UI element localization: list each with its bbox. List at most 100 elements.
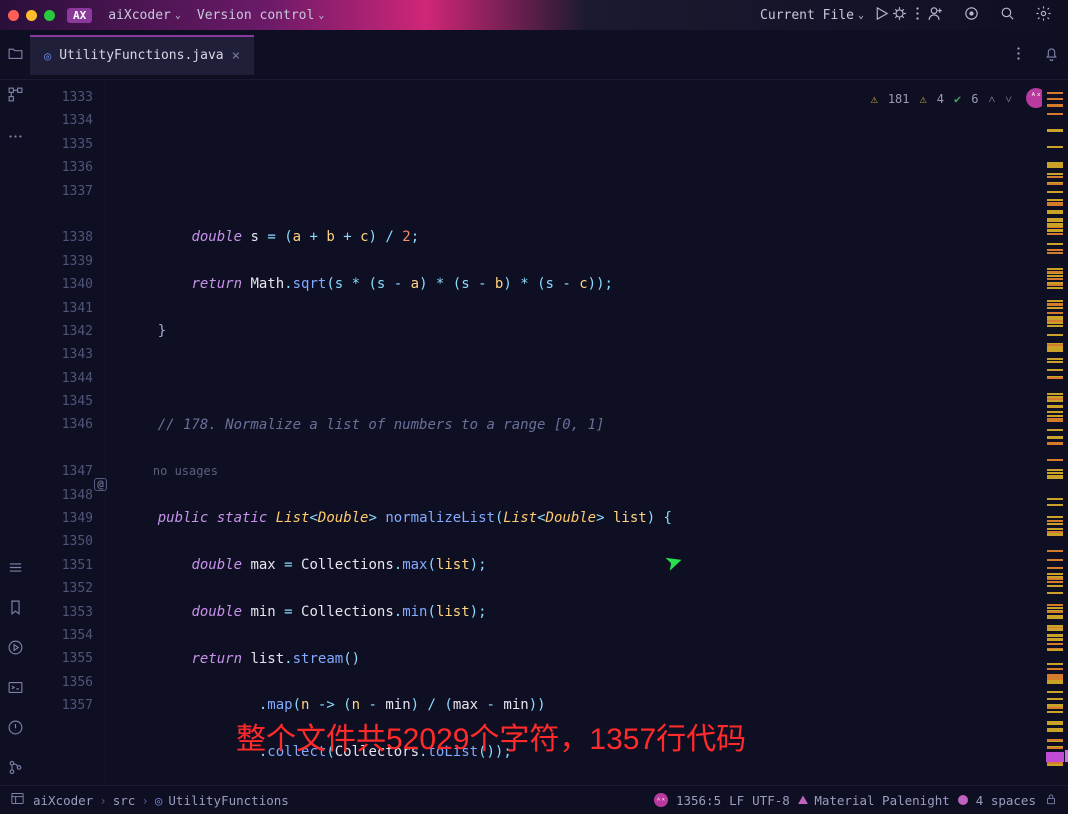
stripe-mark[interactable]	[1047, 210, 1063, 212]
stripe-mark[interactable]	[1047, 691, 1063, 693]
stripe-mark[interactable]	[1047, 411, 1063, 413]
stripe-mark[interactable]	[1047, 225, 1063, 227]
project-tool-icon[interactable]	[7, 45, 24, 66]
stripe-mark[interactable]	[1047, 550, 1063, 552]
stripe-mark[interactable]	[1047, 164, 1063, 166]
stripe-mark[interactable]	[1047, 639, 1063, 641]
stripe-mark[interactable]	[1047, 406, 1063, 408]
editor-tab[interactable]: ◎ UtilityFunctions.java ×	[30, 35, 254, 75]
stripe-mark[interactable]	[1047, 698, 1063, 700]
stripe-mark[interactable]	[1047, 504, 1063, 506]
stripe-mark[interactable]	[1047, 113, 1063, 115]
stripe-mark[interactable]	[1047, 98, 1063, 100]
close-tab-icon[interactable]: ×	[232, 48, 240, 64]
stripe-mark[interactable]	[1047, 377, 1063, 379]
stripe-mark[interactable]	[1047, 668, 1063, 670]
debug-icon[interactable]	[890, 5, 908, 26]
stripe-mark[interactable]	[1047, 322, 1063, 324]
stripe-mark[interactable]	[1047, 592, 1063, 594]
stripe-mark[interactable]	[1047, 611, 1063, 613]
stripe-mark[interactable]	[1047, 202, 1063, 204]
stripe-mark[interactable]	[1047, 415, 1063, 417]
stripe-mark[interactable]	[1047, 573, 1063, 575]
run-config-selector[interactable]: Current File ⌄	[752, 4, 872, 27]
stripe-mark[interactable]	[1047, 607, 1063, 609]
stripe-mark[interactable]	[1047, 711, 1063, 713]
line-separator[interactable]: LF	[729, 793, 744, 808]
stripe-mark[interactable]	[1047, 199, 1063, 201]
stripe-mark[interactable]	[1047, 344, 1063, 346]
stripe-mark[interactable]	[1047, 477, 1063, 479]
project-selector[interactable]: aiXcoder ⌄	[100, 4, 189, 27]
stripe-mark[interactable]	[1047, 361, 1063, 363]
stripe-mark[interactable]	[1047, 520, 1063, 522]
stripe-mark[interactable]	[1047, 287, 1063, 289]
stripe-mark[interactable]	[1047, 282, 1063, 284]
error-stripe[interactable]: // markers will be created after data lo…	[1042, 80, 1068, 785]
ai-assistant-icon[interactable]: ᴬˣ	[1026, 88, 1042, 108]
stripe-mark[interactable]	[1047, 176, 1063, 178]
stripe-mark[interactable]	[1047, 516, 1063, 518]
stripe-mark[interactable]	[1047, 300, 1063, 302]
stripe-mark[interactable]	[1047, 233, 1063, 235]
stripe-mark[interactable]	[1047, 762, 1063, 764]
theme-indicator[interactable]: ⛰ Material Palenight	[798, 792, 950, 808]
stripe-mark[interactable]	[1047, 318, 1063, 320]
minimize-window-icon[interactable]	[26, 10, 37, 21]
stripe-mark[interactable]	[1047, 707, 1063, 709]
vcs-selector[interactable]: Version control ⌄	[189, 4, 332, 27]
stripe-mark[interactable]	[1047, 533, 1063, 535]
stripe-mark[interactable]	[1047, 723, 1063, 725]
problems-icon[interactable]	[5, 717, 25, 737]
stripe-mark[interactable]	[1047, 271, 1063, 273]
tool-window-icon[interactable]	[10, 791, 25, 809]
progress-icon[interactable]	[958, 795, 968, 805]
stripe-mark[interactable]	[1047, 472, 1063, 474]
stripe-mark[interactable]	[1047, 396, 1063, 398]
stripe-mark[interactable]	[1047, 674, 1063, 676]
stripe-mark[interactable]	[1047, 498, 1063, 500]
stripe-mark[interactable]	[1047, 559, 1063, 561]
stripe-mark[interactable]	[1047, 615, 1063, 617]
stripe-mark[interactable]	[1047, 393, 1063, 395]
add-user-icon[interactable]	[926, 5, 944, 26]
notifications-icon[interactable]	[1043, 45, 1060, 66]
next-highlight-icon[interactable]: ˅	[1005, 88, 1012, 111]
indent-indicator[interactable]: 4 spaces	[976, 793, 1036, 808]
stripe-mark[interactable]	[1047, 443, 1063, 445]
stripe-mark[interactable]	[1047, 268, 1063, 270]
stripe-mark[interactable]	[1047, 249, 1063, 251]
caret-position[interactable]: 1356:5	[676, 793, 721, 808]
stripe-mark[interactable]	[1047, 316, 1063, 318]
inspections-widget[interactable]: ⚠181 ⚠4 ✔6 ˄ ˅	[867, 86, 1016, 113]
close-window-icon[interactable]	[8, 10, 19, 21]
run-icon[interactable]	[872, 5, 890, 26]
stripe-mark[interactable]	[1047, 220, 1063, 222]
stripe-mark[interactable]	[1047, 350, 1063, 352]
stripe-mark[interactable]	[1047, 649, 1063, 651]
stripe-mark[interactable]	[1047, 400, 1063, 402]
stripe-mark[interactable]	[1047, 229, 1063, 231]
stripe-mark[interactable]	[1047, 747, 1063, 749]
stripe-mark[interactable]	[1047, 469, 1063, 471]
stripe-mark[interactable]	[1047, 764, 1063, 766]
prev-highlight-icon[interactable]: ˄	[988, 88, 995, 111]
stripe-mark[interactable]	[1047, 567, 1063, 569]
code-editor[interactable]: ⚠181 ⚠4 ✔6 ˄ ˅ ᴬˣ double s = (a + b + c)…	[106, 80, 1042, 785]
stripe-mark[interactable]	[1047, 223, 1063, 225]
more-icon[interactable]	[908, 5, 926, 26]
settings-icon[interactable]	[1034, 5, 1052, 26]
breadcrumb[interactable]: aiXcoder › src › ◎ UtilityFunctions	[33, 793, 289, 808]
stripe-mark[interactable]	[1047, 418, 1063, 420]
more-vert-icon[interactable]	[1010, 45, 1027, 66]
file-encoding[interactable]: UTF-8	[752, 793, 790, 808]
stripe-mark[interactable]	[1047, 721, 1063, 723]
stripe-mark[interactable]	[1047, 643, 1063, 645]
stripe-mark[interactable]	[1047, 581, 1063, 583]
stripe-mark[interactable]	[1047, 191, 1063, 193]
stripe-mark[interactable]	[1047, 437, 1063, 439]
stripe-mark[interactable]	[1047, 312, 1063, 314]
stripe-mark[interactable]	[1047, 528, 1063, 530]
stripe-mark[interactable]	[1047, 325, 1063, 327]
stripe-mark[interactable]	[1047, 346, 1063, 348]
